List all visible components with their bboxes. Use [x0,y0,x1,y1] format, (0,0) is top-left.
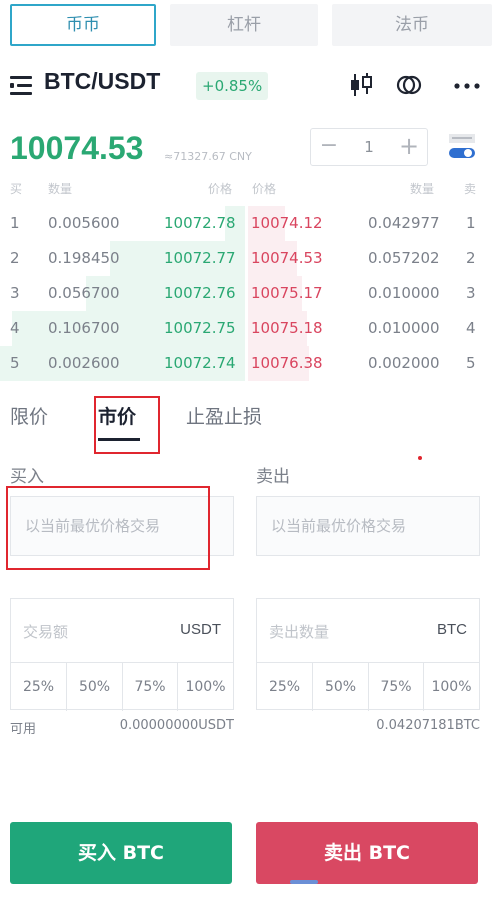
tab-margin[interactable]: 杠杆 [170,4,318,46]
ask-amount: 0.057202 [368,249,440,267]
buy-amount-input[interactable]: 交易额 [23,621,68,642]
buy-percent-100[interactable]: 100% [178,663,233,711]
ob-header-price-right: 价格 [252,182,277,196]
last-price: 10074.53 [10,130,144,166]
order-book-row[interactable]: 3 0.056700 10072.76 10075.17 0.010000 3 [0,276,500,311]
more-icon[interactable] [452,70,482,100]
order-book-row[interactable]: 4 0.106700 10072.75 10075.18 0.010000 4 [0,311,500,346]
depth-stepper: − 1 + [310,128,428,166]
ask-amount: 0.042977 [368,214,440,232]
market-type-tabs: 币币 杠杆 法币 [10,4,492,46]
ob-header-buy: 买 [10,182,23,196]
buy-percent-50[interactable]: 50% [67,663,123,711]
ask-amount: 0.010000 [368,319,440,337]
bid-amount: 0.002600 [48,354,120,372]
ask-price: 10076.38 [251,354,323,372]
sell-price-field[interactable]: 以当前最优价格交易 [256,496,480,556]
ob-header-sell: 卖 [464,182,477,196]
bid-amount: 0.056700 [48,284,120,302]
tab-fiat[interactable]: 法币 [332,4,492,46]
ask-index: 2 [466,249,476,267]
exchange-icon[interactable] [394,70,424,100]
available-label: 可用 [10,722,37,737]
highlight-box [6,486,210,570]
ask-amount: 0.002000 [368,354,440,372]
sell-label: 卖出 [256,467,290,487]
ob-header-amount-right: 数量 [410,182,435,196]
order-book-row[interactable]: 5 0.002600 10072.74 10076.38 0.002000 5 [0,346,500,381]
buy-percent-75[interactable]: 75% [123,663,178,711]
tab-stop-loss[interactable]: 止盈止损 [186,402,262,429]
bid-amount: 0.005600 [48,214,120,232]
bid-amount: 0.198450 [48,249,120,267]
tab-limit[interactable]: 限价 [10,402,48,429]
ob-header-amount-left: 数量 [48,182,73,196]
price-change-badge: +0.85% [196,72,269,100]
ask-index: 5 [466,354,476,372]
bid-index: 1 [10,214,20,232]
sell-amount-unit: BTC [437,621,467,638]
buy-percent-row: 25% 50% 75% 100% [11,662,233,711]
stepper-value: 1 [364,138,374,156]
sell-percent-100[interactable]: 100% [424,663,479,711]
sell-percent-25[interactable]: 25% [257,663,313,711]
bid-price: 10072.77 [164,249,236,267]
tab-spot[interactable]: 币币 [10,4,156,46]
menu-list-icon[interactable] [10,76,32,96]
bid-price: 10072.76 [164,284,236,302]
bid-amount: 0.106700 [48,319,120,337]
order-book-row[interactable]: 2 0.198450 10072.77 10074.53 0.057202 2 [0,241,500,276]
bid-index: 3 [10,284,20,302]
buy-label: 买入 [10,467,44,487]
sell-price-placeholder: 以当前最优价格交易 [271,517,407,535]
candlestick-chart-icon[interactable] [346,70,376,100]
ask-index: 3 [466,284,476,302]
ask-price: 10074.12 [251,214,323,232]
buy-amount-unit: USDT [180,621,221,638]
ask-price: 10074.53 [251,249,323,267]
sell-btc-button[interactable]: 卖出 BTC [256,822,478,884]
sell-percent-row: 25% 50% 75% 100% [257,662,479,711]
bid-index: 2 [10,249,20,267]
ask-index: 4 [466,319,476,337]
stepper-plus-button[interactable]: + [391,129,427,165]
highlight-box [94,396,160,454]
home-indicator [290,880,318,884]
depth-toggle-icon[interactable] [446,130,478,162]
buy-amount-box: 交易额 USDT 25% 50% 75% 100% [10,598,234,711]
bid-index: 4 [10,319,20,337]
sell-amount-box: 卖出数量 BTC 25% 50% 75% 100% [256,598,480,711]
bid-index: 5 [10,354,20,372]
pair-name[interactable]: BTC/USDT [44,68,160,95]
buy-available-value: 0.00000000USDT [119,718,234,733]
cny-price: ≈71327.67 CNY [164,150,252,163]
ask-price: 10075.18 [251,319,323,337]
bid-price: 10072.78 [164,214,236,232]
ask-amount: 0.010000 [368,284,440,302]
stepper-minus-button[interactable]: − [311,129,347,165]
buy-btc-button[interactable]: 买入 BTC [10,822,232,884]
ask-price: 10075.17 [251,284,323,302]
sell-percent-75[interactable]: 75% [369,663,424,711]
ask-index: 1 [466,214,476,232]
ob-header-price-left: 价格 [208,182,233,196]
order-book-row[interactable]: 1 0.005600 10072.78 10074.12 0.042977 1 [0,206,500,241]
sell-percent-50[interactable]: 50% [313,663,369,711]
red-dot [418,456,422,460]
pair-header: BTC/USDT +0.85% [10,64,492,108]
buy-percent-25[interactable]: 25% [11,663,67,711]
bid-price: 10072.74 [164,354,236,372]
sell-available-value: 0.04207181BTC [376,718,480,733]
sell-amount-input[interactable]: 卖出数量 [269,621,329,642]
bid-price: 10072.75 [164,319,236,337]
